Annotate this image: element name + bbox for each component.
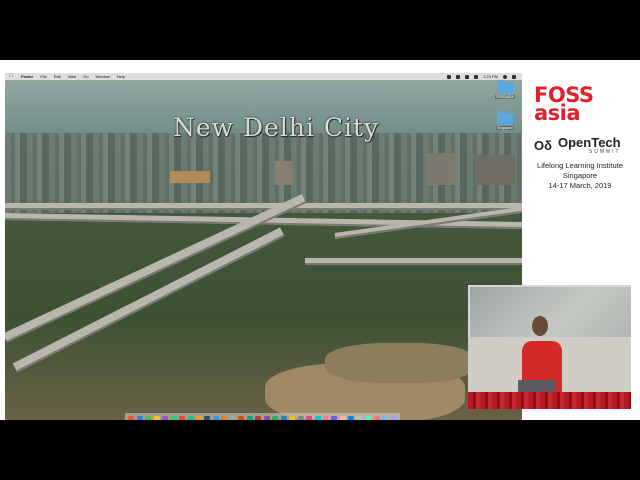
speaker-webcam [468, 285, 631, 409]
dock-app-icon[interactable] [339, 415, 346, 420]
dock-app-icon[interactable] [187, 415, 194, 420]
dock-app-icon[interactable] [204, 415, 211, 420]
opentech-summit-logo: Oδ OpenTech SUMMIT [534, 136, 621, 155]
dock-app-icon[interactable] [195, 415, 202, 420]
dock-app-icon[interactable] [246, 415, 253, 420]
dock-app-icon[interactable] [390, 415, 397, 420]
wallpaper-flyover [305, 258, 522, 265]
wallpaper-ground [325, 343, 475, 383]
menu-clock[interactable]: 1:23 PM [483, 73, 498, 80]
menu-go[interactable]: Go [83, 73, 88, 80]
apple-icon[interactable]:  [8, 73, 14, 80]
dock-app-icon[interactable] [280, 415, 287, 420]
stage-table [468, 392, 631, 409]
dock-app-icon[interactable] [145, 415, 152, 420]
dock-app-icon[interactable] [331, 415, 338, 420]
spotlight-icon[interactable] [503, 74, 507, 79]
notification-center-icon[interactable] [512, 74, 516, 79]
wallpaper-building [170, 171, 210, 183]
projector-screen [470, 287, 631, 337]
status-menus: 1:23 PM [447, 73, 516, 80]
dock-app-icon[interactable] [170, 415, 177, 420]
status-icon[interactable] [456, 74, 461, 79]
menu-finder[interactable]: Finder [21, 73, 33, 80]
dock-app-icon[interactable] [212, 415, 219, 420]
wallpaper-flyover [5, 203, 522, 210]
menu-view[interactable]: View [68, 73, 77, 80]
speaker-head [532, 316, 548, 336]
battery-icon[interactable] [474, 74, 479, 79]
dock-app-icon[interactable] [356, 415, 363, 420]
video-frame: New Delhi City  Finder File Edit View G… [0, 60, 640, 420]
dock-app-icon[interactable] [136, 415, 143, 420]
dock-app-icon[interactable] [373, 415, 380, 420]
folder-icon [497, 111, 513, 125]
shared-desktop-screen: New Delhi City  Finder File Edit View G… [5, 73, 522, 420]
wallpaper-building [275, 161, 293, 185]
wallpaper-title: New Delhi City [173, 113, 380, 142]
event-dates: 14-17 March, 2019 [548, 181, 612, 190]
event-city: Singapore [562, 171, 598, 180]
menu-file[interactable]: File [40, 73, 46, 80]
wallpaper-building [475, 155, 515, 185]
opentech-word: OpenTech [558, 135, 621, 150]
dock-app-icon[interactable] [323, 415, 330, 420]
desktop-icon-label: FOSSASIA [495, 95, 515, 99]
fossasia-logo: FOSS asia [534, 85, 624, 125]
dock-app-icon[interactable] [153, 415, 160, 420]
dock-app-icon[interactable] [128, 415, 135, 420]
dock-app-icon[interactable] [348, 415, 355, 420]
dock-app-icon[interactable] [179, 415, 186, 420]
folder-icon [497, 80, 513, 94]
desktop-folder-fossasia[interactable]: FOSSASIA [494, 80, 516, 99]
dock [125, 413, 400, 420]
dock-app-icon[interactable] [238, 415, 245, 420]
dock-app-icon[interactable] [162, 415, 169, 420]
desktop-icon-label: Singapore [496, 126, 514, 130]
dock-app-icon[interactable] [365, 415, 372, 420]
dock-app-icon[interactable] [289, 415, 296, 420]
wifi-icon[interactable] [465, 74, 470, 79]
dock-app-icon[interactable] [229, 415, 236, 420]
dock-app-icon[interactable] [297, 415, 304, 420]
fossasia-logo-line2: asia [534, 101, 581, 125]
opentech-glyph: Oδ [534, 138, 552, 153]
summit-word: SUMMIT [588, 149, 621, 155]
dock-app-icon[interactable] [314, 415, 321, 420]
event-info: Lifelong Learning Institute Singapore 14… [528, 161, 632, 191]
dock-app-icon[interactable] [382, 415, 389, 420]
dock-app-icon[interactable] [272, 415, 279, 420]
event-venue: Lifelong Learning Institute [537, 161, 623, 170]
wallpaper-building [425, 153, 455, 185]
menu-bar:  Finder File Edit View Go Window Help 1… [5, 73, 522, 80]
desktop-folder-singapore[interactable]: Singapore [494, 111, 516, 130]
menu-edit[interactable]: Edit [54, 73, 61, 80]
dock-app-icon[interactable] [263, 415, 270, 420]
status-icon[interactable] [447, 74, 452, 79]
dock-app-icon[interactable] [306, 415, 313, 420]
menu-help[interactable]: Help [117, 73, 125, 80]
dock-app-icon[interactable] [255, 415, 262, 420]
menu-window[interactable]: Window [96, 73, 110, 80]
dock-app-icon[interactable] [221, 415, 228, 420]
